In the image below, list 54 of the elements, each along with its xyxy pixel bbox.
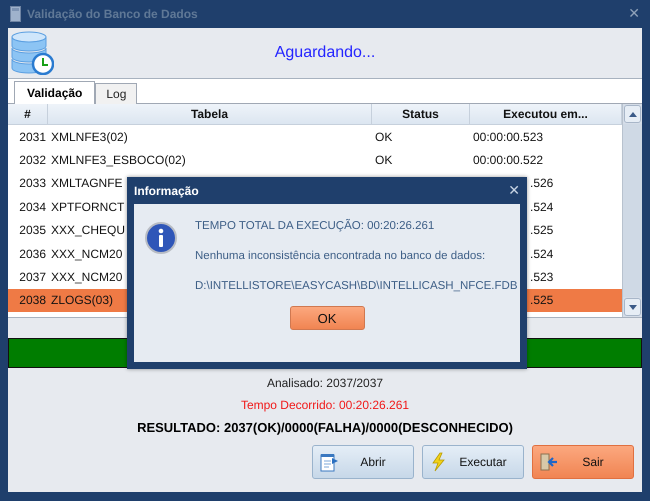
table-cell: OK bbox=[375, 153, 392, 168]
exit-door-icon bbox=[539, 452, 559, 472]
dialog-message: D:\INTELLISTORE\EASYCASH\BD\INTELLICASH_NFCE.FDB bbox=[195, 280, 518, 292]
row-number: 2034 bbox=[19, 200, 46, 214]
table-cell: XMLNFE3(02) bbox=[51, 130, 128, 144]
column-header[interactable]: Status bbox=[372, 104, 470, 124]
status-message: Aguardando... bbox=[274, 44, 376, 62]
table-cell: XMLTAGNFE bbox=[51, 176, 123, 190]
scroll-up-icon[interactable] bbox=[628, 112, 636, 116]
table-cell: XXX_CHEQU bbox=[51, 223, 126, 238]
notepad-icon bbox=[319, 452, 339, 472]
table-cell: 00:00:00.523 bbox=[473, 130, 544, 144]
column-header[interactable]: Tabela bbox=[48, 104, 372, 124]
table-cell: XXX_NCM20 bbox=[51, 246, 122, 261]
table-cell: ZLOGS(03) bbox=[51, 293, 114, 308]
column-header[interactable]: # bbox=[8, 104, 48, 124]
table-cell: XMLNFE3_ESBOCO(02) bbox=[51, 153, 186, 168]
run-button[interactable]: Executar bbox=[422, 445, 524, 479]
dialog-message: Nenhuma inconsistência encontrada no banco de dados: bbox=[195, 250, 486, 262]
row-number: 2038 bbox=[19, 293, 46, 308]
tab[interactable]: Validação bbox=[14, 81, 96, 104]
table-cell: XXX_NCM20 bbox=[51, 270, 122, 284]
close-button[interactable]: ✕ bbox=[628, 6, 640, 22]
window-title: Validação do Banco de Dados bbox=[27, 7, 199, 21]
row-number: 2033 bbox=[19, 176, 46, 190]
table-cell: 00:00:00.522 bbox=[473, 153, 544, 168]
table-cell: XPTFORNCT bbox=[51, 200, 124, 214]
table-cell: .525 bbox=[530, 293, 554, 308]
tab[interactable]: Log bbox=[95, 83, 138, 104]
table-row[interactable]: 2031 XMLNFE3(02) OK 00:00:00.523 bbox=[8, 125, 622, 148]
result-summary: RESULTADO: 2037(OK)/0000(FALHA)/0000(DESCONHECIDO) bbox=[137, 420, 513, 435]
row-number: 2036 bbox=[19, 246, 46, 261]
open-button[interactable]: Abrir bbox=[312, 445, 414, 479]
scroll-down-icon[interactable] bbox=[628, 304, 636, 310]
exit-button[interactable]: Sair bbox=[532, 445, 634, 479]
database-clock-icon bbox=[10, 31, 54, 75]
table-cell: .526 bbox=[530, 176, 554, 190]
row-number: 2031 bbox=[19, 130, 46, 144]
app-icon bbox=[10, 6, 21, 22]
table-cell: .523 bbox=[530, 270, 554, 284]
row-number: 2037 bbox=[19, 270, 46, 284]
table-row[interactable]: 2032 XMLNFE3_ESBOCO(02) OK 00:00:00.522 bbox=[8, 148, 622, 172]
ok-button[interactable]: OK bbox=[290, 306, 364, 330]
row-number: 2032 bbox=[19, 153, 46, 168]
table-cell: OK bbox=[375, 130, 392, 144]
dialog-message: TEMPO TOTAL DA EXECUÇÃO: 00:20:26.261 bbox=[195, 220, 436, 232]
row-number: 2035 bbox=[19, 223, 46, 238]
dialog-title: Informação bbox=[134, 184, 199, 198]
analyzed-count: Analisado: 2037/2037 bbox=[266, 376, 384, 390]
elapsed-time: Tempo Decorrido: 00:20:26.261 bbox=[240, 398, 410, 412]
info-icon bbox=[145, 222, 177, 254]
close-button[interactable]: ✕ bbox=[508, 182, 520, 198]
scrollbar[interactable] bbox=[622, 104, 642, 317]
table-cell: .524 bbox=[530, 200, 554, 214]
